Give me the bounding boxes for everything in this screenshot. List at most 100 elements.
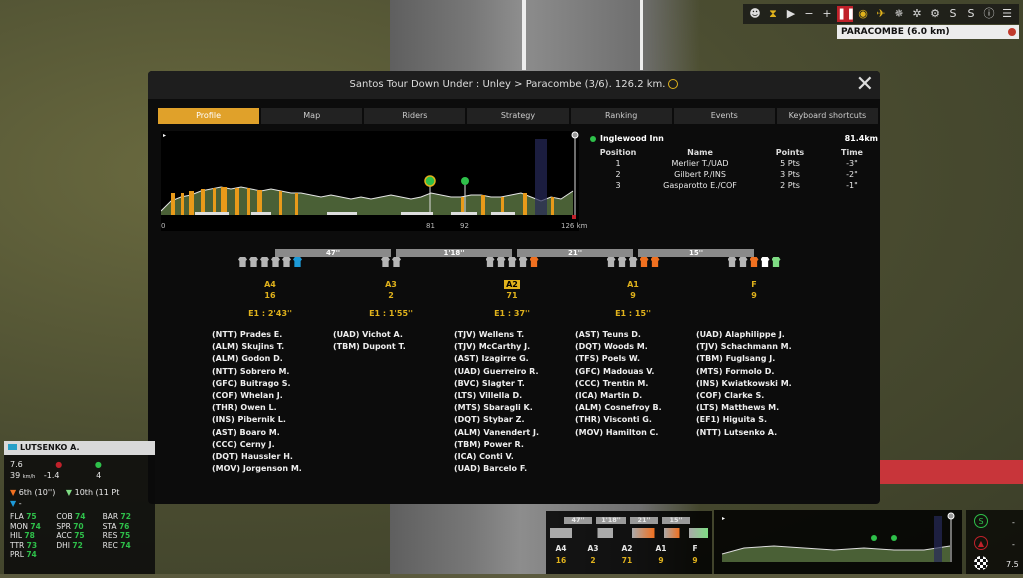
list-item[interactable]: (DQT) Stybar Z. bbox=[454, 414, 572, 426]
list-item[interactable]: (UAD) Vichot A. bbox=[333, 329, 451, 341]
list-item[interactable]: (MOV) Hamilton C. bbox=[575, 427, 693, 439]
rider-blue-row: ▼ - bbox=[4, 498, 155, 509]
km-label-sprint: 81 bbox=[426, 222, 435, 230]
mini-group-col[interactable]: F9 bbox=[680, 543, 710, 567]
stat-cell: STA 76 bbox=[102, 521, 130, 531]
list-item[interactable]: (UAD) Guerreiro R. bbox=[454, 366, 572, 378]
jersey-icon bbox=[650, 257, 660, 267]
mini-stage-profile[interactable]: ▸ bbox=[714, 510, 962, 574]
sprint-points-icon[interactable]: S bbox=[974, 514, 988, 528]
list-item[interactable]: (NTT) Lutsenko A. bbox=[696, 427, 814, 439]
stat-cell: SPR 70 bbox=[56, 521, 84, 531]
tab-ranking[interactable]: Ranking bbox=[570, 108, 672, 124]
list-item[interactable]: (ALM) Skujins T. bbox=[212, 341, 330, 353]
list-item[interactable]: (TBM) Fuglsang J. bbox=[696, 353, 814, 365]
group-f[interactable]: F 9 (UAD) Alaphilippe J. (TJV) Schachman… bbox=[694, 257, 814, 439]
mini-groups-overview[interactable]: 47'' 1'18'' 21'' 15'' A4 16 A3 2 A2 71 A1 9 … bbox=[546, 511, 712, 574]
list-item[interactable]: (EF1) Higuita S. bbox=[696, 414, 814, 426]
mini-group-col[interactable]: A4 16 bbox=[546, 543, 576, 567]
list-item[interactable]: (THR) Owen L. bbox=[212, 402, 330, 414]
gear-icon[interactable]: ⚙ bbox=[927, 6, 943, 22]
mini-gap-bar: 47'' bbox=[564, 517, 592, 524]
list-item[interactable]: (CCC) Trentin M. bbox=[575, 378, 693, 390]
close-icon[interactable]: ✕ bbox=[856, 74, 874, 96]
list-item[interactable]: (TBM) Power R. bbox=[454, 439, 572, 451]
list-item[interactable]: (CCC) Cerny J. bbox=[212, 439, 330, 451]
group-a1[interactable]: A1 9 E1 : 15'' (AST) Teuns D. (DQT) Wood… bbox=[573, 257, 693, 439]
current-sprint-marker bbox=[424, 175, 436, 187]
jersey-icon bbox=[238, 257, 247, 267]
rider-icon[interactable]: ☻ bbox=[747, 6, 763, 22]
list-item[interactable]: (ICA) Conti V. bbox=[454, 451, 572, 463]
list-item[interactable]: (ALM) Godon D. bbox=[212, 353, 330, 365]
list-item[interactable]: (ICA) Martin D. bbox=[575, 390, 693, 402]
list-item[interactable]: (AST) Teuns D. bbox=[575, 329, 693, 341]
list-item[interactable]: (TBM) Dupont T. bbox=[333, 341, 451, 353]
tab-profile[interactable]: Profile bbox=[158, 108, 260, 124]
list-item[interactable]: (DQT) Woods M. bbox=[575, 341, 693, 353]
list-item[interactable]: (NTT) Prades E. bbox=[212, 329, 330, 341]
list-item[interactable]: (INS) Pibernik L. bbox=[212, 414, 330, 426]
tab-map[interactable]: Map bbox=[261, 108, 363, 124]
list-item[interactable]: (ALM) Vanendert J. bbox=[454, 427, 572, 439]
list-item[interactable]: (GFC) Buitrago S. bbox=[212, 378, 330, 390]
list-item[interactable]: (MTS) Sbaragli K. bbox=[454, 402, 572, 414]
eye-icon[interactable]: ◉ bbox=[855, 6, 871, 22]
tab-keyboard-shortcuts[interactable]: Keyboard shortcuts bbox=[776, 108, 878, 124]
list-item[interactable]: (NTT) Sobrero M. bbox=[212, 366, 330, 378]
list-item[interactable]: (MTS) Formolo D. bbox=[696, 366, 814, 378]
minus-icon[interactable]: − bbox=[801, 6, 817, 22]
mini-group-col[interactable]: A3 2 bbox=[578, 543, 608, 567]
group-code: A4 bbox=[264, 280, 276, 289]
list-item[interactable]: (ALM) Cosnefroy B. bbox=[575, 402, 693, 414]
mini-group-col[interactable]: A1 9 bbox=[646, 543, 676, 567]
hourglass-icon[interactable]: ⧗ bbox=[765, 6, 781, 22]
jersey-icon bbox=[249, 257, 258, 267]
list-item[interactable]: (LTS) Villella D. bbox=[454, 390, 572, 402]
tab-strategy[interactable]: Strategy bbox=[467, 108, 569, 124]
s-alt-icon[interactable]: S bbox=[963, 6, 979, 22]
plus-icon[interactable]: + bbox=[819, 6, 835, 22]
menu-icon[interactable]: ☰ bbox=[999, 6, 1015, 22]
list-item[interactable]: (INS) Kwiatkowski M. bbox=[696, 378, 814, 390]
s-icon[interactable]: S bbox=[945, 6, 961, 22]
stage-profile-chart[interactable]: ▸ bbox=[161, 131, 579, 231]
list-item[interactable]: (LTS) Matthews M. bbox=[696, 402, 814, 414]
wheel-icon[interactable]: ✲ bbox=[909, 6, 925, 22]
finish-flag-icon[interactable] bbox=[974, 556, 988, 570]
km-label-finish: 126 km bbox=[561, 222, 588, 230]
mini-group-col[interactable]: A2 71 bbox=[612, 543, 642, 567]
list-item[interactable]: (TJV) Wellens T. bbox=[454, 329, 572, 341]
list-item[interactable]: (UAD) Barcelo F. bbox=[454, 463, 572, 475]
gap-bar-2: 1'18'' bbox=[396, 249, 512, 257]
rider-panel[interactable]: LUTSENKO A. 7.6 ● ● 39 km/h -1.4 4 ▼ 6th… bbox=[4, 441, 155, 574]
list-item[interactable]: (TJV) McCarthy J. bbox=[454, 341, 572, 353]
kom-icon[interactable]: ▲ bbox=[974, 536, 988, 550]
list-item[interactable]: (UAD) Alaphilippe J. bbox=[696, 329, 814, 341]
list-item[interactable]: (TJV) Schachmann M. bbox=[696, 341, 814, 353]
list-item[interactable]: (GFC) Madouas V. bbox=[575, 366, 693, 378]
group-a4[interactable]: A4 16 E1 : 2'43'' (NTT) Prades E. (ALM) … bbox=[210, 257, 330, 475]
list-item[interactable]: (AST) Izagirre G. bbox=[454, 353, 572, 365]
list-item[interactable]: (COF) Whelan J. bbox=[212, 390, 330, 402]
list-item[interactable]: (BVC) Slagter T. bbox=[454, 378, 572, 390]
cell: Merlier T./UAD bbox=[671, 159, 729, 168]
list-item[interactable]: (DQT) Haussler H. bbox=[212, 451, 330, 463]
tab-events[interactable]: Events bbox=[673, 108, 775, 124]
group-a2[interactable]: A2 71 E1 : 37'' (TJV) Wellens T. (TJV) M… bbox=[452, 257, 572, 475]
cell: -2" bbox=[846, 170, 858, 179]
group-a3[interactable]: A3 2 E1 : 1'55'' (UAD) Vichot A. (TBM) D… bbox=[331, 257, 451, 353]
km-label-start: 0 bbox=[161, 222, 166, 230]
tab-riders[interactable]: Riders bbox=[364, 108, 466, 124]
helicopter-icon[interactable]: ✵ bbox=[891, 6, 907, 22]
list-item[interactable]: (TFS) Poels W. bbox=[575, 353, 693, 365]
jersey-row bbox=[331, 257, 451, 271]
play-icon[interactable]: ▶ bbox=[783, 6, 799, 22]
camera-moto-icon[interactable]: ✈ bbox=[873, 6, 889, 22]
list-item[interactable]: (THR) Visconti G. bbox=[575, 414, 693, 426]
list-item[interactable]: (AST) Boaro M. bbox=[212, 427, 330, 439]
info-icon[interactable]: ⓘ bbox=[981, 6, 997, 22]
list-item[interactable]: (COF) Clarke S. bbox=[696, 390, 814, 402]
pause-icon[interactable]: ❚❚ bbox=[837, 6, 855, 22]
list-item[interactable]: (MOV) Jorgenson M. bbox=[212, 463, 330, 475]
